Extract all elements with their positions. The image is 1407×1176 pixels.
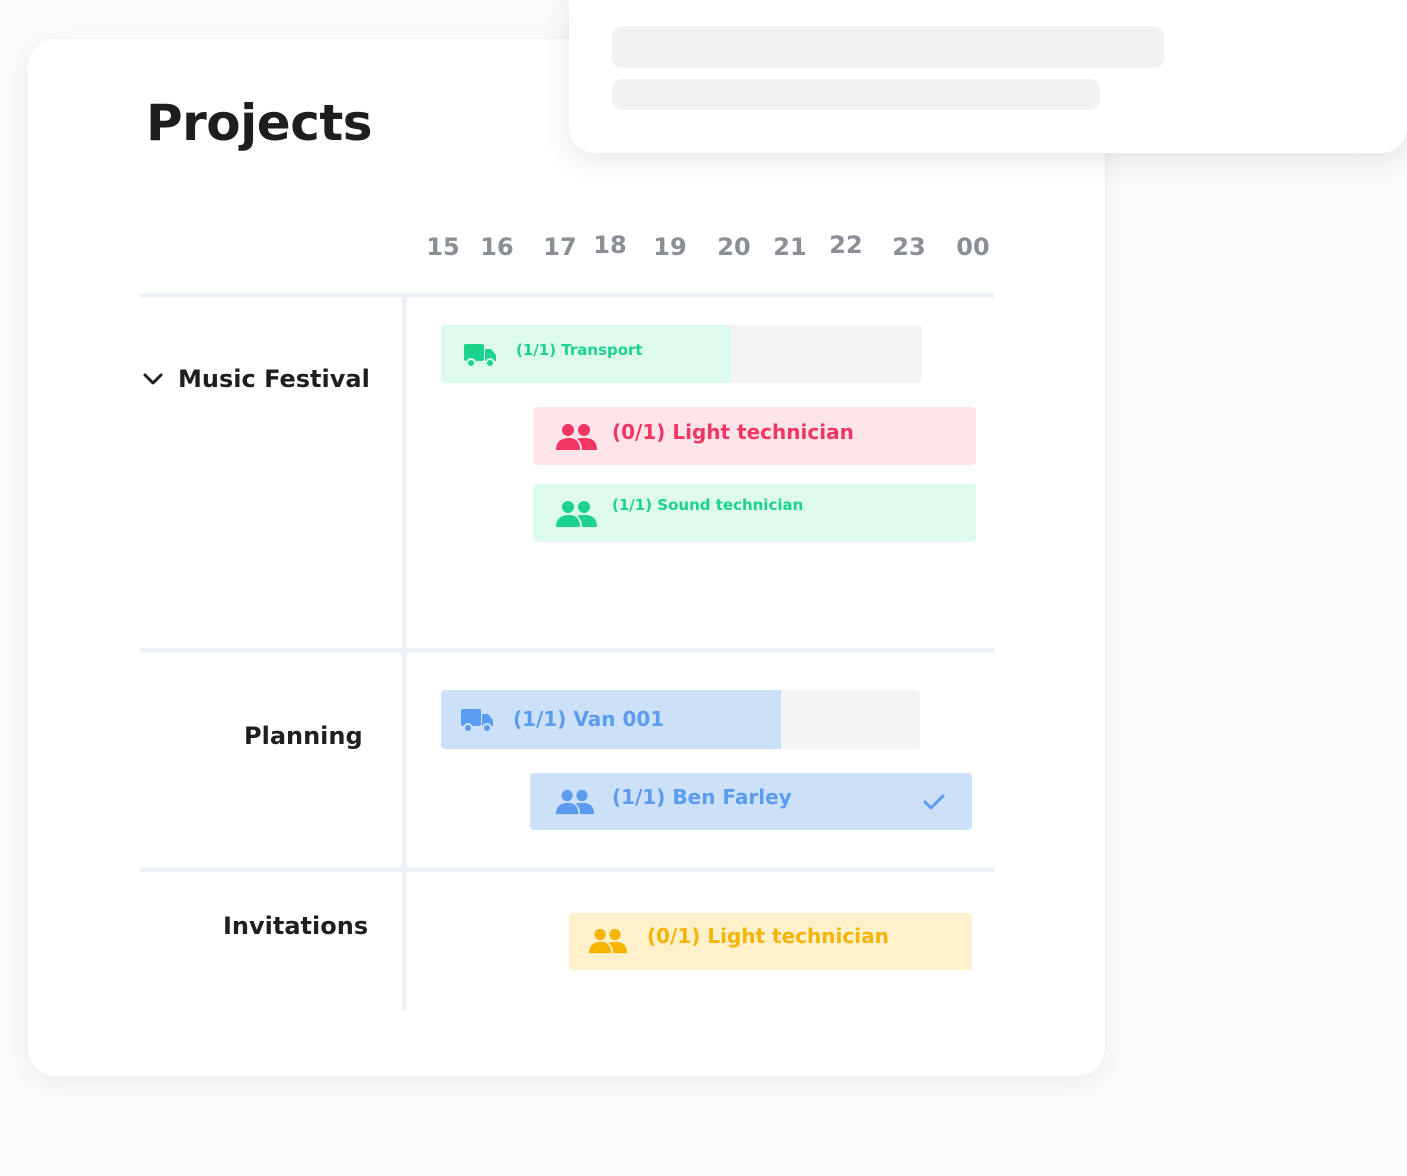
- hour-label: 00: [956, 233, 990, 261]
- group-invitations[interactable]: Invitations: [223, 914, 368, 938]
- booking-label: (1/1) Sound technician: [612, 496, 804, 514]
- checkmark-icon: [923, 794, 945, 810]
- grid-divider: [140, 648, 994, 653]
- hour-label: 19: [653, 233, 687, 261]
- booking-label: (1/1) Van 001: [513, 707, 665, 731]
- people-icon: [588, 928, 628, 954]
- hour-label: 18: [593, 231, 627, 259]
- truck-icon: [461, 709, 493, 733]
- booking-label: (1/1) Transport: [516, 341, 643, 359]
- hour-label: 17: [543, 233, 577, 261]
- truck-icon: [464, 344, 496, 368]
- page-title: Projects: [146, 94, 373, 152]
- booking-ben-farley[interactable]: (1/1) Ben Farley: [530, 773, 972, 830]
- hour-label: 21: [773, 233, 807, 261]
- group-planning[interactable]: Planning: [244, 724, 363, 748]
- grid-column-divider: [402, 297, 407, 1010]
- grid-divider: [140, 293, 994, 298]
- booking-label: (0/1) Light technician: [612, 420, 854, 444]
- hour-label: 22: [829, 231, 863, 259]
- chevron-down-icon[interactable]: [142, 368, 164, 390]
- hour-label: 20: [717, 233, 751, 261]
- hour-label: 15: [426, 233, 460, 261]
- booking-label: (1/1) Ben Farley: [612, 785, 792, 809]
- booking-sound-technician[interactable]: (1/1) Sound technician: [533, 484, 976, 542]
- hour-label: 16: [480, 233, 514, 261]
- skeleton-line: [612, 79, 1100, 110]
- people-icon: [555, 789, 595, 815]
- booking-light-technician-invite[interactable]: (0/1) Light technician: [569, 913, 972, 970]
- people-icon: [556, 424, 597, 450]
- floating-placeholder-panel: [569, 0, 1407, 153]
- booking-van-001[interactable]: (1/1) Van 001: [441, 690, 920, 749]
- booking-label: (0/1) Light technician: [647, 924, 889, 948]
- booking-transport[interactable]: (1/1) Transport: [441, 325, 922, 383]
- people-icon: [556, 501, 597, 527]
- booking-light-technician[interactable]: (0/1) Light technician: [533, 407, 976, 465]
- hour-label: 23: [892, 233, 926, 261]
- group-music-festival[interactable]: Music Festival: [178, 367, 370, 391]
- skeleton-line: [612, 26, 1164, 68]
- grid-divider: [140, 867, 994, 872]
